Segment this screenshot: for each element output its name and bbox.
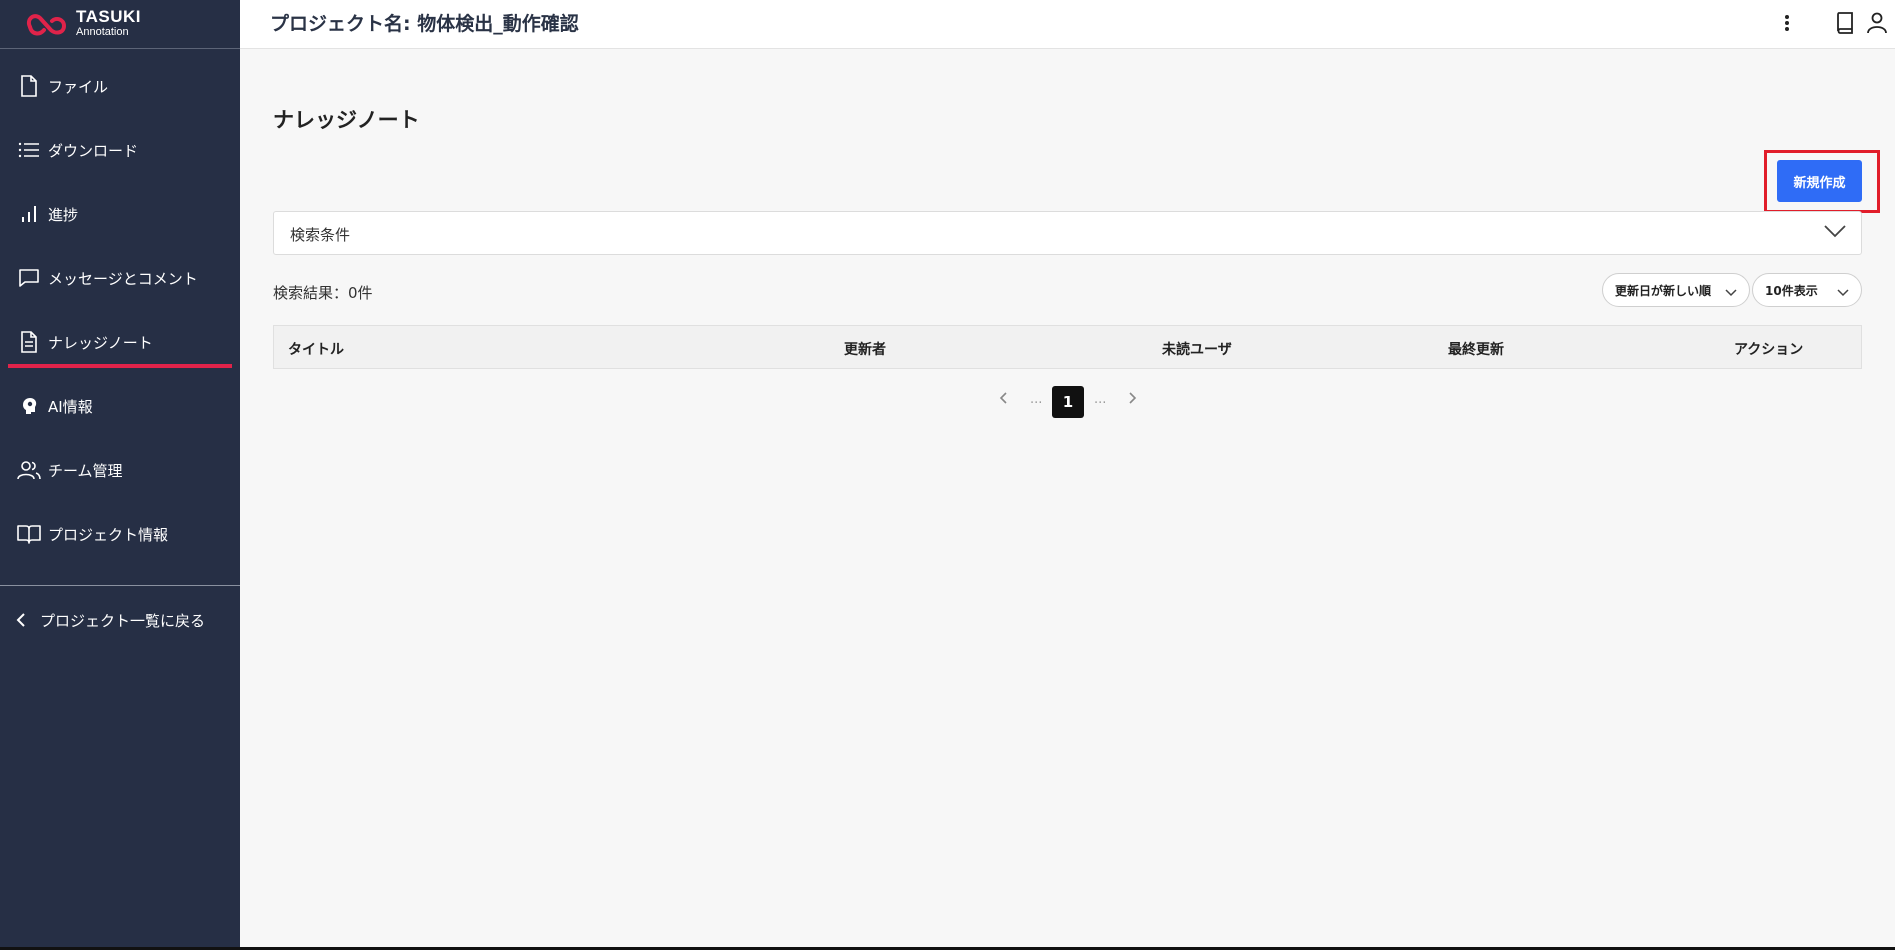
book-icon[interactable] [1832, 10, 1858, 36]
sidebar-item-messages[interactable]: メッセージとコメント [8, 256, 232, 300]
column-header-last-updated: 最終更新 [1448, 342, 1504, 358]
sidebar-item-download[interactable]: ダウンロード [8, 128, 232, 172]
brand-name: TASUKI [76, 7, 142, 26]
sidebar-item-label: ダウンロード [48, 141, 139, 160]
users-icon [16, 457, 42, 483]
page-size-select-value: 10件表示 [1765, 283, 1818, 298]
sidebar-item-label: ファイル [48, 77, 109, 96]
chevron-down-icon [1725, 283, 1737, 302]
chevron-down-icon [1837, 283, 1849, 302]
page-title: ナレッジノート [273, 108, 420, 132]
message-icon [16, 265, 42, 291]
pagination-ellipsis: ... [1030, 392, 1043, 407]
pagination-ellipsis: ... [1094, 392, 1107, 407]
user-icon[interactable] [1864, 10, 1890, 36]
search-conditions-accordion[interactable]: 検索条件 [273, 211, 1862, 255]
sidebar-item-label: メッセージとコメント [48, 269, 198, 288]
sidebar-item-knowledge-note[interactable]: ナレッジノート [8, 320, 232, 368]
sidebar-item-label: チーム管理 [48, 461, 123, 480]
column-header-updater: 更新者 [844, 342, 886, 358]
sidebar-item-label: プロジェクト情報 [48, 525, 169, 544]
search-conditions-label: 検索条件 [290, 226, 351, 244]
column-header-action: アクション [1734, 342, 1804, 358]
back-to-projects-link[interactable]: プロジェクト一覧に戻る [8, 600, 232, 640]
column-header-unread-users: 未読ユーザ [1162, 342, 1232, 358]
new-create-button[interactable]: 新規作成 [1777, 160, 1862, 202]
result-count: 検索結果：0件 [273, 284, 373, 302]
sidebar-item-label: 進捗 [48, 205, 79, 224]
sidebar-item-label: ナレッジノート [48, 333, 153, 352]
sidebar-divider [0, 585, 240, 586]
sort-select[interactable]: 更新日が新しい順 [1602, 273, 1750, 307]
column-header-title: タイトル [288, 342, 344, 358]
bar-chart-icon [16, 201, 42, 227]
chevron-down-icon [1823, 223, 1847, 243]
top-header: プロジェクト名: 物体検出_動作確認 [240, 0, 1895, 49]
next-page-button[interactable] [1122, 388, 1142, 408]
prev-page-button[interactable] [994, 388, 1014, 408]
back-label: プロジェクト一覧に戻る [40, 611, 206, 630]
book-open-icon [16, 521, 42, 547]
project-title: プロジェクト名: 物体検出_動作確認 [270, 13, 579, 35]
sidebar-item-progress[interactable]: 進捗 [8, 192, 232, 236]
sidebar-item-file[interactable]: ファイル [8, 64, 232, 108]
document-icon [16, 329, 42, 355]
table-header: タイトル 更新者 未読ユーザ 最終更新 アクション [273, 325, 1862, 369]
file-icon [16, 73, 42, 99]
brain-icon [16, 393, 42, 419]
sidebar: TASUKI Annotation ファイル ダウンロード 進捗 メッセージとコ… [0, 0, 240, 950]
sidebar-item-project-info[interactable]: プロジェクト情報 [8, 512, 232, 556]
logo[interactable]: TASUKI Annotation [0, 0, 240, 49]
more-vertical-icon[interactable] [1774, 10, 1800, 36]
chevron-left-icon [16, 612, 26, 628]
current-page-button[interactable]: 1 [1052, 386, 1084, 418]
list-icon [16, 137, 42, 163]
sidebar-item-label: AI情報 [48, 397, 93, 416]
sidebar-item-ai-info[interactable]: AI情報 [8, 384, 232, 428]
page-size-select[interactable]: 10件表示 [1752, 273, 1862, 307]
logo-mark-icon [27, 14, 67, 36]
sidebar-item-team[interactable]: チーム管理 [8, 448, 232, 492]
sort-select-value: 更新日が新しい順 [1615, 283, 1712, 298]
brand-subtitle: Annotation [76, 26, 129, 38]
